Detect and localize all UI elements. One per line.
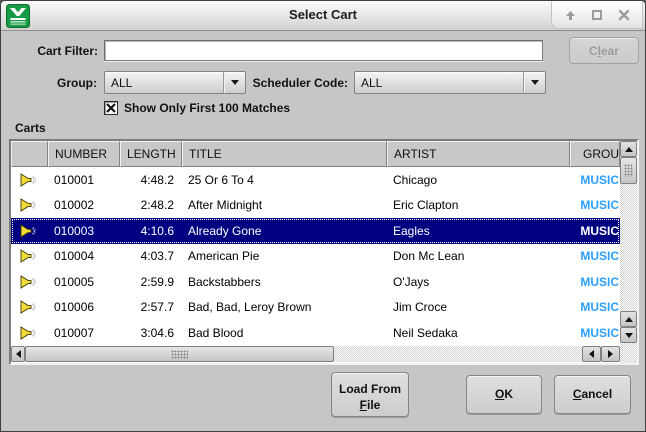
cart-filter-label: Cart Filter: [1,44,98,58]
scheduler-code-label: Scheduler Code: [241,76,348,90]
show-only-first-100-label: Show Only First 100 Matches [124,101,290,115]
carts-section-label: Carts [15,121,46,135]
arrow-left-icon [589,350,594,358]
arrow-left-icon [16,350,21,358]
column-header-title[interactable]: TITLE [182,141,387,167]
close-button[interactable] [615,6,633,24]
table-row[interactable]: 010004 4:03.7 American Pie Don Mc Lean M… [11,244,620,270]
scroll-left-button[interactable] [11,346,25,362]
ok-button[interactable]: OK [466,375,542,414]
arrow-up-icon [625,317,633,322]
horizontal-scrollbar [11,346,620,362]
table-row[interactable]: 010001 4:48.2 25 Or 6 To 4 Chicago MUSIC [11,167,620,193]
arrow-up-icon [564,9,577,22]
arrow-down-icon [625,333,633,338]
grip-dots-icon [171,350,188,359]
table-row[interactable]: 010007 3:04.6 Bad Blood Neil Sedaka MUSI… [11,320,620,346]
column-header-length[interactable]: LENGTH [120,141,182,167]
scroll-right-button[interactable] [601,346,620,362]
table-row[interactable]: 010006 2:57.7 Bad, Bad, Leroy Brown Jim … [11,295,620,321]
titlebar[interactable]: Select Cart [1,1,645,31]
scheduler-selected-value: ALL [355,76,523,90]
vertical-scrollbar-track[interactable] [620,184,637,311]
horizontal-scrollbar-thumb[interactable] [25,346,334,362]
group-combobox[interactable]: ALL [104,71,246,94]
table-row[interactable]: 010005 2:59.9 Backstabbers O'Jays MUSIC [11,269,620,295]
window-title: Select Cart [1,7,645,22]
cart-list-header: NUMBER LENGTH TITLE ARTIST GROUP [11,141,620,167]
speaker-icon [20,198,38,212]
scroll-up-button[interactable] [620,311,637,327]
shade-button[interactable] [561,6,579,24]
speaker-icon [20,300,38,314]
arrow-up-icon [625,147,633,152]
vertical-scrollbar-thumb[interactable] [620,157,637,184]
scheduler-dropdown-button[interactable] [523,72,545,93]
cancel-button[interactable]: Cancel [554,375,631,414]
cart-filter-input[interactable] [104,40,543,61]
table-row[interactable]: 010002 2:48.2 After Midnight Eric Clapto… [11,193,620,219]
column-header-number[interactable]: NUMBER [48,141,120,167]
select-cart-dialog: Select Cart Cart Filter: Clear Group: AL… [0,0,646,432]
group-label: Group: [1,76,97,90]
scrollbar-corner [620,343,637,363]
speaker-icon [20,326,38,340]
chevron-down-icon [531,80,539,85]
window-controls [551,2,643,29]
grip-dots-icon [624,164,633,177]
horizontal-scrollbar-track[interactable] [334,346,582,362]
chevron-down-icon [231,80,239,85]
speaker-icon [20,249,38,263]
group-selected-value: ALL [105,76,223,90]
cart-list: NUMBER LENGTH TITLE ARTIST GROUP 010001 … [9,139,639,365]
scheduler-code-combobox[interactable]: ALL [354,71,546,94]
speaker-icon [20,173,38,187]
speaker-icon [20,275,38,289]
scroll-down-button[interactable] [620,327,637,343]
speaker-icon [20,224,38,238]
maximize-icon [591,9,603,21]
scroll-left-button[interactable] [582,346,601,362]
close-icon [618,9,630,21]
checkbox-x-icon [106,103,116,113]
clear-button[interactable]: Clear [569,37,639,64]
cart-rows: 010001 4:48.2 25 Or 6 To 4 Chicago MUSIC… [11,167,620,346]
table-row-selected[interactable]: 010003 4:10.6 Already Gone Eagles MUSIC [11,218,620,244]
vertical-scrollbar [620,141,637,363]
scroll-up-button[interactable] [620,141,637,157]
column-header-artist[interactable]: ARTIST [387,141,570,167]
maximize-button[interactable] [588,6,606,24]
load-from-file-button[interactable]: Load From File [331,372,409,417]
column-header-group[interactable]: GROUP [570,141,620,167]
column-header-icon[interactable] [11,141,48,167]
arrow-right-icon [608,350,613,358]
show-only-first-100-checkbox[interactable] [104,101,118,115]
